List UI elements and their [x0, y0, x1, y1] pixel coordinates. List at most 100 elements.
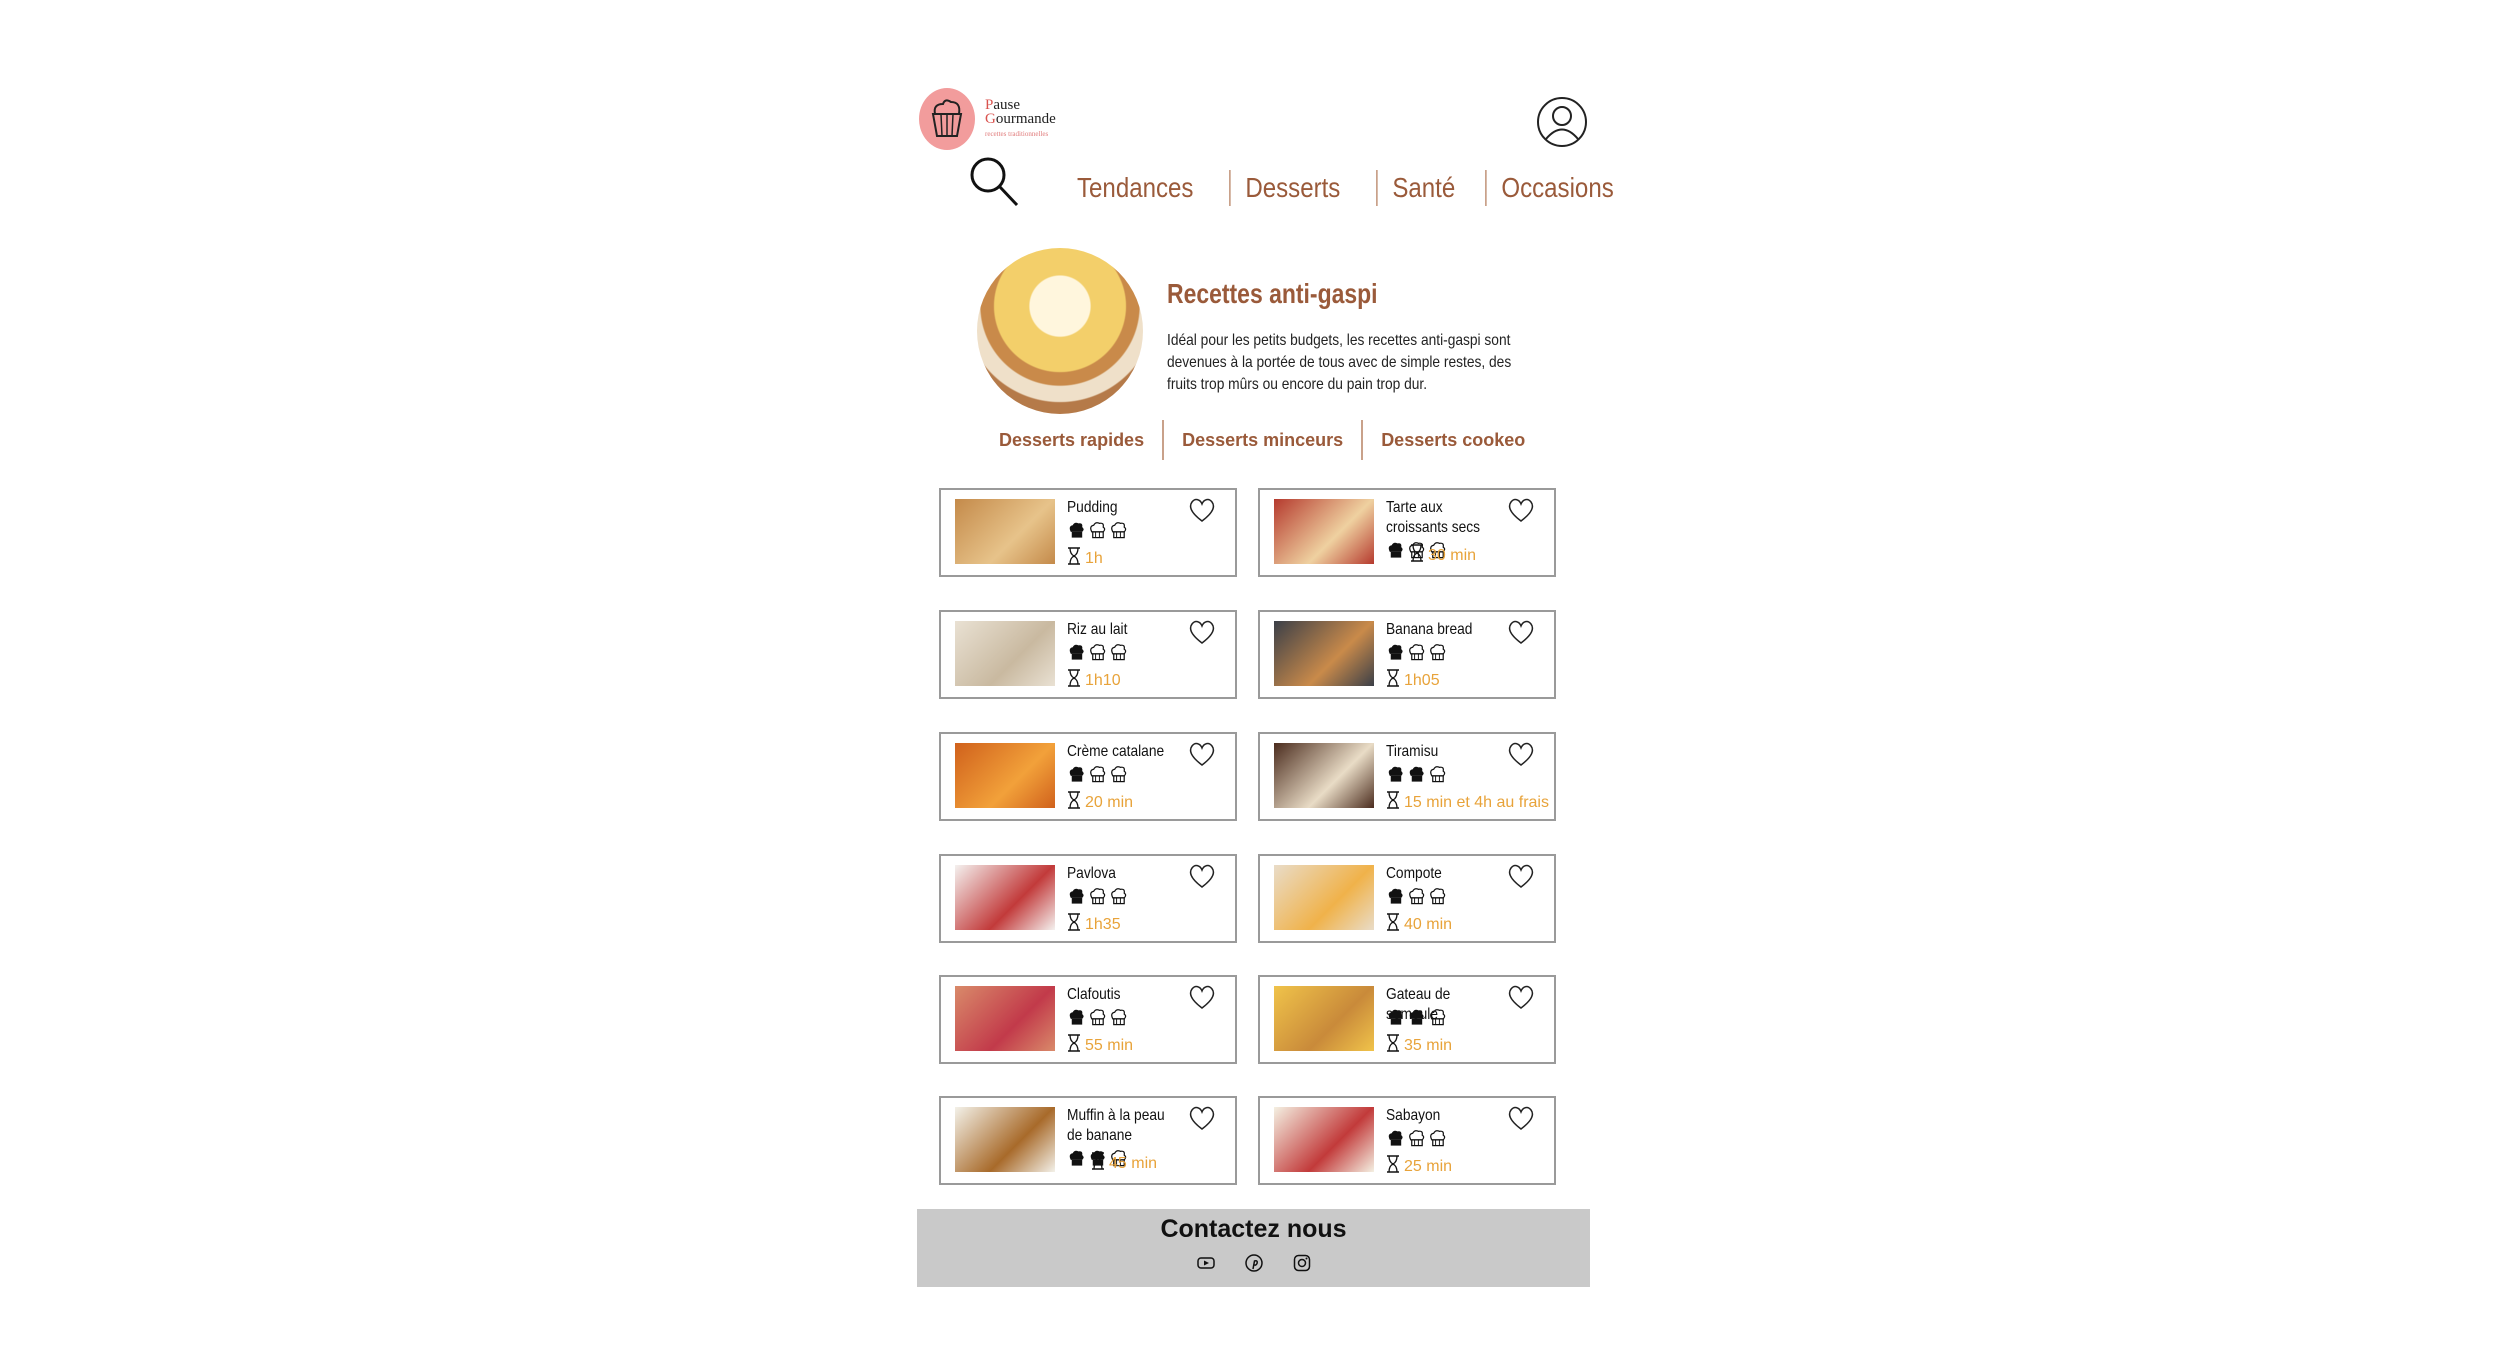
- recipe-title[interactable]: Tarte aux croissants secs: [1386, 498, 1494, 538]
- favorite-heart-icon[interactable]: [1187, 740, 1217, 768]
- cook-time: 1h35: [1067, 913, 1121, 936]
- footer-title: Contactez nous: [1160, 1215, 1347, 1243]
- recipe-image[interactable]: [955, 621, 1055, 686]
- recipe-card[interactable]: Tiramisu 15 min et 4h au frais: [1258, 732, 1556, 821]
- chef-hat-filled-icon: [1386, 764, 1405, 789]
- recipe-card[interactable]: Pudding 1h: [939, 488, 1237, 577]
- hourglass-icon: [1386, 913, 1400, 936]
- recipe-image[interactable]: [955, 743, 1055, 808]
- difficulty-rating: [1067, 764, 1128, 789]
- recipe-title[interactable]: Crème catalane: [1067, 742, 1175, 762]
- user-profile-icon[interactable]: [1536, 96, 1588, 148]
- chef-hat-empty-icon: [1088, 1007, 1107, 1032]
- chef-hat-empty-icon: [1109, 764, 1128, 789]
- recipe-image[interactable]: [955, 499, 1055, 564]
- hourglass-icon: [1067, 547, 1081, 570]
- recipe-card[interactable]: Riz au lait 1h10: [939, 610, 1237, 699]
- hourglass-icon: [1410, 544, 1424, 567]
- hero-title: Recettes anti-gaspi: [1167, 278, 1378, 309]
- chef-hat-empty-icon: [1428, 1007, 1447, 1032]
- recipe-title[interactable]: Muffin à la peau de banane: [1067, 1106, 1175, 1146]
- recipe-image[interactable]: [1274, 865, 1374, 930]
- favorite-heart-icon[interactable]: [1506, 740, 1536, 768]
- favorite-heart-icon[interactable]: [1187, 862, 1217, 890]
- nav-desserts[interactable]: Desserts: [1229, 170, 1355, 206]
- favorite-heart-icon[interactable]: [1187, 618, 1217, 646]
- pinterest-icon[interactable]: [1244, 1253, 1264, 1273]
- difficulty-rating: [1067, 642, 1128, 667]
- chef-hat-empty-icon: [1088, 520, 1107, 545]
- recipe-image[interactable]: [955, 865, 1055, 930]
- recipe-title[interactable]: Clafoutis: [1067, 985, 1175, 1005]
- cook-time: 1h05: [1386, 669, 1440, 692]
- cook-time: 1h10: [1067, 669, 1121, 692]
- recipe-image[interactable]: [1274, 499, 1374, 564]
- recipe-card[interactable]: Muffin à la peau de banane 45 min: [939, 1096, 1237, 1185]
- cook-time-label: 20 min: [1085, 793, 1134, 811]
- recipe-image[interactable]: [1274, 743, 1374, 808]
- favorite-heart-icon[interactable]: [1506, 983, 1536, 1011]
- recipe-image[interactable]: [1274, 986, 1374, 1051]
- subnav-desserts-minceurs[interactable]: Desserts minceurs: [1162, 420, 1361, 460]
- cook-time-label: 1h: [1085, 549, 1103, 567]
- recipe-card[interactable]: Clafoutis 55 min: [939, 975, 1237, 1064]
- instagram-icon[interactable]: [1292, 1253, 1312, 1273]
- recipe-image[interactable]: [955, 1107, 1055, 1172]
- recipe-title[interactable]: Pudding: [1067, 498, 1175, 518]
- recipe-title[interactable]: Pavlova: [1067, 864, 1175, 884]
- recipe-card[interactable]: Sabayon 25 min: [1258, 1096, 1556, 1185]
- recipe-title[interactable]: Riz au lait: [1067, 620, 1175, 640]
- chef-hat-filled-icon: [1067, 1007, 1086, 1032]
- recipe-title[interactable]: Sabayon: [1386, 1106, 1494, 1126]
- favorite-heart-icon[interactable]: [1506, 1104, 1536, 1132]
- chef-hat-empty-icon: [1428, 886, 1447, 911]
- main-nav: Tendances Desserts Santé Occasions: [1077, 170, 1652, 206]
- recipe-card[interactable]: Compote 40 min: [1258, 854, 1556, 943]
- nav-tendances[interactable]: Tendances: [1077, 170, 1208, 206]
- difficulty-rating: [1067, 1007, 1128, 1032]
- search-icon[interactable]: [968, 155, 1020, 209]
- difficulty-rating: [1386, 886, 1447, 911]
- subnav-desserts-cookeo[interactable]: Desserts cookeo: [1361, 420, 1543, 460]
- favorite-heart-icon[interactable]: [1187, 496, 1217, 524]
- youtube-icon[interactable]: [1196, 1253, 1216, 1273]
- cook-time: 40 min: [1386, 913, 1452, 936]
- difficulty-rating: [1067, 886, 1128, 911]
- favorite-heart-icon[interactable]: [1187, 983, 1217, 1011]
- favorite-heart-icon[interactable]: [1506, 618, 1536, 646]
- chef-hat-filled-icon: [1067, 1148, 1086, 1173]
- subnav-desserts-rapides[interactable]: Desserts rapides: [999, 420, 1162, 460]
- difficulty-rating: [1386, 642, 1447, 667]
- favorite-heart-icon[interactable]: [1187, 1104, 1217, 1132]
- social-links: [917, 1253, 1590, 1273]
- chef-hat-filled-icon: [1067, 520, 1086, 545]
- nav-sante[interactable]: Santé: [1375, 170, 1470, 206]
- logo[interactable]: [919, 88, 975, 150]
- favorite-heart-icon[interactable]: [1506, 496, 1536, 524]
- hourglass-icon: [1067, 1034, 1081, 1057]
- cook-time-label: 25 min: [1404, 1157, 1453, 1175]
- recipe-title[interactable]: Tiramisu: [1386, 742, 1494, 762]
- cook-time-label: 45 min: [1109, 1154, 1158, 1172]
- chef-hat-filled-icon: [1407, 1007, 1426, 1032]
- recipe-card[interactable]: Gateau de semoule35 min: [1258, 975, 1556, 1064]
- cook-time-label: 40 min: [1404, 915, 1453, 933]
- favorite-heart-icon[interactable]: [1506, 862, 1536, 890]
- sub-nav: Desserts rapides Desserts minceurs Desse…: [999, 420, 1543, 460]
- recipe-card[interactable]: Tarte aux croissants secs 30 min: [1258, 488, 1556, 577]
- chef-hat-filled-icon: [1067, 642, 1086, 667]
- nav-occasions[interactable]: Occasions: [1485, 170, 1628, 206]
- recipe-image[interactable]: [1274, 1107, 1374, 1172]
- recipe-card[interactable]: Banana bread 1h05: [1258, 610, 1556, 699]
- recipe-image[interactable]: [1274, 621, 1374, 686]
- recipe-card[interactable]: Pavlova 1h35: [939, 854, 1237, 943]
- cook-time-label: 30 min: [1428, 546, 1477, 564]
- recipe-image[interactable]: [955, 986, 1055, 1051]
- chef-hat-empty-icon: [1407, 642, 1426, 667]
- chef-hat-empty-icon: [1109, 520, 1128, 545]
- cook-time-label: 1h05: [1404, 671, 1440, 689]
- difficulty-rating: [1386, 764, 1447, 789]
- recipe-card[interactable]: Crème catalane 20 min: [939, 732, 1237, 821]
- recipe-title[interactable]: Banana bread: [1386, 620, 1494, 640]
- recipe-title[interactable]: Compote: [1386, 864, 1494, 884]
